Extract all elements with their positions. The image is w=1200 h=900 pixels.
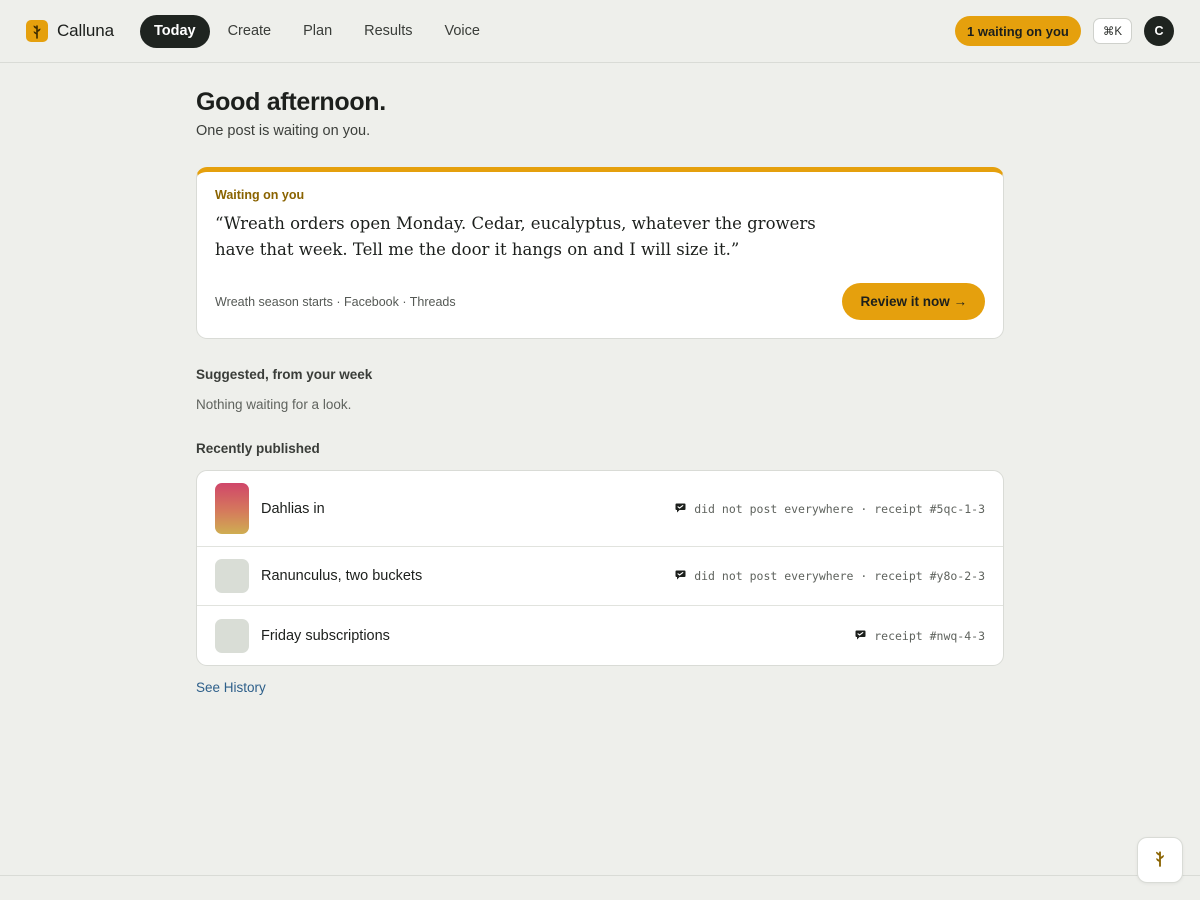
main-content: Good afternoon. One post is waiting on y… — [196, 88, 1004, 697]
review-now-button[interactable]: Review it now → — [842, 283, 985, 320]
see-history-link[interactable]: See History — [196, 680, 266, 695]
sprig-icon — [1152, 848, 1168, 873]
post-thumbnail — [215, 483, 249, 534]
receipt-text: did not post everywhere · receipt #5qc-1… — [694, 501, 985, 516]
published-section-title: Recently published — [196, 441, 320, 456]
waiting-card-label: Waiting on you — [215, 188, 305, 202]
waiting-count-button[interactable]: 1 waiting on you — [954, 16, 1081, 46]
suggested-section-title: Suggested, from your week — [196, 367, 373, 382]
post-title: Friday subscriptions — [261, 627, 390, 644]
waiting-card-footer: Wreath season starts · Facebook · Thread… — [215, 283, 985, 320]
list-item[interactable]: Dahlias in did not post everywhere · rec… — [197, 471, 1003, 547]
post-thumbnail — [215, 559, 249, 593]
nav-item-results[interactable]: Results — [350, 15, 426, 48]
brand-name: Calluna — [57, 21, 114, 40]
brand[interactable]: Calluna — [26, 20, 114, 42]
page-subtitle: One post is waiting on you. — [196, 123, 371, 139]
topbar-actions: 1 waiting on you ⌘K C — [954, 16, 1174, 46]
post-quote: “Wreath orders open Monday. Cedar, eucal… — [215, 214, 816, 259]
nav-item-voice[interactable]: Voice — [431, 15, 494, 48]
list-item[interactable]: Friday subscriptions receipt #nwq-4-3 — [197, 606, 1003, 665]
nav-item-today[interactable]: Today — [139, 14, 210, 48]
command-palette-shortcut[interactable]: ⌘K — [1092, 18, 1132, 44]
waiting-card: Waiting on you “Wreath orders open Monda… — [196, 167, 1004, 339]
sprig-icon — [26, 20, 48, 42]
assistant-button[interactable] — [1137, 837, 1183, 883]
chat-icon — [675, 569, 686, 583]
post-meta: Wreath season starts · Facebook · Thread… — [215, 294, 456, 309]
nav-item-create[interactable]: Create — [214, 15, 286, 48]
main-nav: Today Create Plan Results Voice — [139, 14, 494, 48]
post-status: did not post everywhere · receipt #5qc-1… — [675, 502, 985, 516]
bottom-divider — [0, 875, 1200, 876]
list-item[interactable]: Ranunculus, two buckets did not post eve… — [197, 547, 1003, 606]
avatar[interactable]: C — [1144, 16, 1174, 46]
post-status: receipt #nwq-4-3 — [855, 629, 985, 643]
nav-item-plan[interactable]: Plan — [289, 15, 346, 48]
suggested-empty-note: Nothing waiting for a look. — [196, 397, 352, 412]
post-status: did not post everywhere · receipt #y8o-2… — [675, 569, 985, 583]
post-title: Dahlias in — [261, 500, 325, 517]
chat-icon — [855, 629, 866, 643]
post-thumbnail — [215, 618, 249, 653]
published-list: Dahlias in did not post everywhere · rec… — [196, 470, 1004, 666]
receipt-text: receipt #nwq-4-3 — [874, 628, 985, 643]
chat-icon — [675, 502, 686, 516]
post-title: Ranunculus, two buckets — [261, 568, 423, 584]
top-bar: Calluna Today Create Plan Results Voice … — [0, 0, 1200, 63]
page-title: Good afternoon. — [196, 88, 386, 116]
receipt-text: did not post everywhere · receipt #y8o-2… — [694, 569, 985, 583]
